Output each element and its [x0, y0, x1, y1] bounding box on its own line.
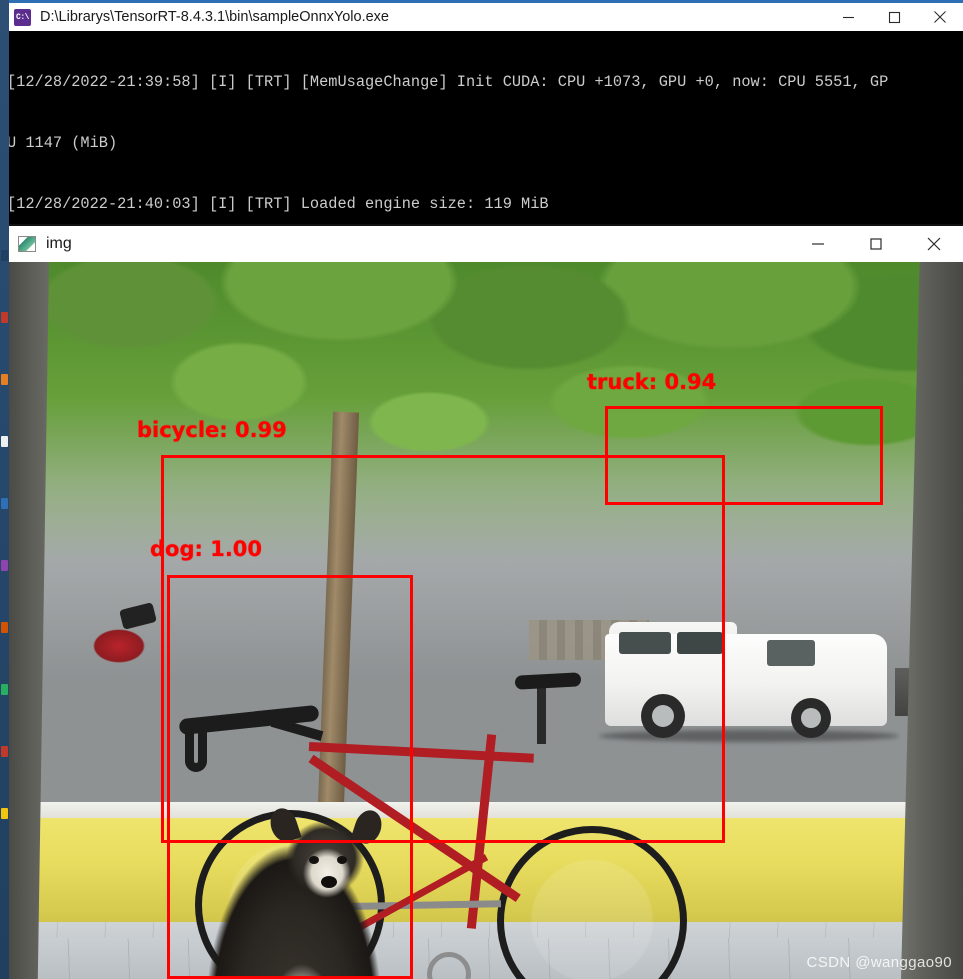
detection-label-truck: truck: 0.94: [587, 370, 717, 394]
maximize-icon[interactable]: [847, 226, 905, 262]
dog-nose: [321, 876, 337, 888]
taskbar-icon[interactable]: [1, 684, 8, 695]
dog-eye: [337, 856, 347, 864]
taskbar-icon[interactable]: [1, 312, 8, 323]
close-icon[interactable]: [917, 3, 963, 31]
image-window-controls: [789, 226, 963, 262]
image-viewer-titlebar[interactable]: img: [9, 224, 963, 262]
taskbar-icon[interactable]: [1, 622, 8, 633]
console-titlebar[interactable]: C:\ D:\Librarys\TensorRT-8.4.3.1\bin\sam…: [5, 0, 963, 31]
truck-window: [767, 640, 815, 666]
console-output[interactable]: [12/28/2022-21:39:58] [I] [TRT] [MemUsag…: [5, 31, 963, 224]
taskbar-icon[interactable]: [1, 250, 8, 261]
maximize-icon[interactable]: [871, 3, 917, 31]
detection-image-canvas[interactable]: truck: 0.94 bicycle: 0.99 dog: 1.00 CSDN…: [9, 262, 963, 979]
taskbar-icon[interactable]: [1, 746, 8, 757]
image-viewer-title: img: [46, 235, 72, 252]
taskbar-icon[interactable]: [1, 560, 8, 571]
watermark: CSDN @wanggao90: [806, 954, 952, 971]
console-window-controls: [825, 3, 963, 31]
detection-label-bicycle: bicycle: 0.99: [137, 418, 287, 442]
console-app-icon: C:\: [14, 8, 31, 26]
taskbar-icon[interactable]: [1, 808, 8, 819]
truck-hubcap: [652, 705, 674, 727]
bicycle-seatpost: [537, 684, 546, 744]
detection-label-dog: dog: 1.00: [150, 537, 263, 561]
minimize-icon[interactable]: [789, 226, 847, 262]
console-line: [12/28/2022-21:39:58] [I] [TRT] [MemUsag…: [7, 73, 889, 92]
image-app-icon: [18, 236, 36, 252]
image-viewer-window: img truck: 0.94 bicycle: 0.99 dog: 1.00 …: [9, 224, 963, 979]
dog-face: [297, 842, 357, 904]
truck-shadow: [599, 730, 899, 742]
console-line: U 1147 (MiB): [7, 134, 118, 153]
truck-window: [619, 632, 671, 654]
taskbar-icon[interactable]: [1, 374, 8, 385]
dog-eye: [309, 856, 319, 864]
console-title: D:\Librarys\TensorRT-8.4.3.1\bin\sampleO…: [40, 9, 389, 25]
minimize-icon[interactable]: [825, 3, 871, 31]
left-taskbar-strip[interactable]: [0, 0, 9, 979]
bicycle-drop-bar: [185, 724, 207, 772]
truck-hubcap: [801, 708, 821, 728]
truck-window: [677, 632, 723, 654]
taskbar-icon[interactable]: [1, 498, 8, 509]
close-icon[interactable]: [905, 226, 963, 262]
dog-chest: [259, 952, 345, 979]
tree-canopy: [9, 262, 963, 562]
taskbar-icon[interactable]: [1, 436, 8, 447]
console-window: C:\ D:\Librarys\TensorRT-8.4.3.1\bin\sam…: [5, 0, 963, 224]
console-line: [12/28/2022-21:40:03] [I] [TRT] Loaded e…: [7, 194, 549, 213]
